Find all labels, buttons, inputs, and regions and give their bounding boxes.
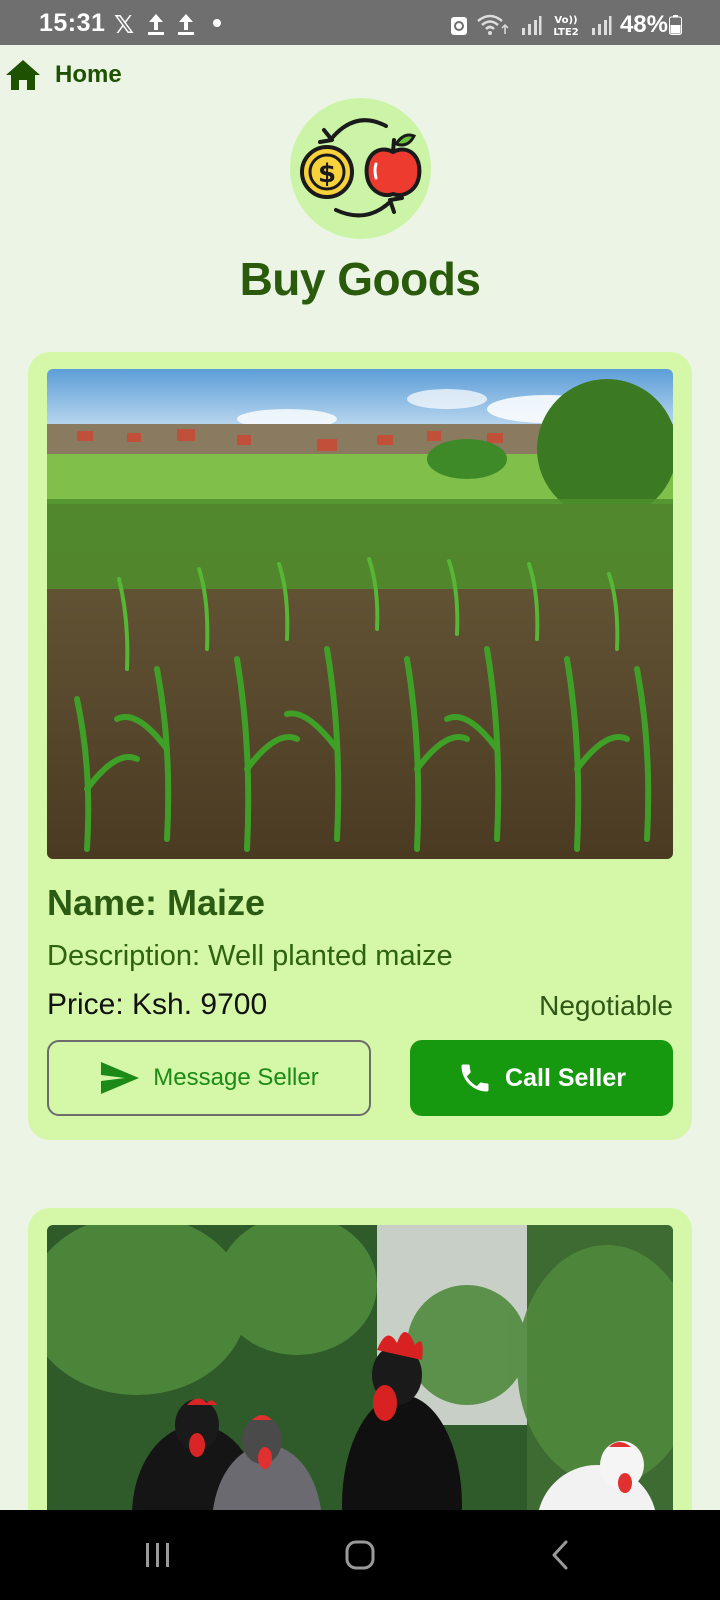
call-seller-label: Call Seller: [505, 1063, 626, 1092]
listing-card: Name: Maize Description: Well planted ma…: [28, 352, 692, 1140]
maize-field-photo: [47, 369, 673, 859]
volte-lte2-icon: Vo)) LTE2: [553, 15, 578, 37]
message-seller-button[interactable]: Message Seller: [47, 1040, 371, 1116]
battery-percentage: 48%: [619, 11, 668, 38]
battery-icon: [669, 15, 682, 35]
recycle-icon: [450, 17, 467, 35]
page-title: Buy Goods: [239, 253, 481, 305]
signal-icon: [591, 16, 612, 35]
home-icon: [6, 60, 40, 90]
home-circle-icon: [345, 1540, 375, 1570]
app-logo: $: [290, 98, 431, 239]
signal-icon: [521, 16, 542, 35]
x-app-icon: 𝕏: [114, 11, 135, 39]
home-button[interactable]: [330, 1530, 390, 1580]
notification-dot: [213, 19, 221, 27]
chickens-photo: [47, 1225, 673, 1525]
send-icon: [101, 1062, 140, 1094]
status-right-group: Vo)) LTE2 48%: [450, 11, 668, 39]
svg-text:LTE2: LTE2: [553, 27, 578, 37]
svg-text:Vo)): Vo)): [554, 15, 577, 26]
back-chevron-icon: [552, 1540, 568, 1570]
home-nav-link[interactable]: Home: [5, 58, 122, 92]
status-time: 15:31: [39, 9, 106, 37]
home-label: Home: [55, 61, 122, 88]
call-seller-button[interactable]: Call Seller: [410, 1040, 673, 1116]
system-navigation-bar: [0, 1510, 720, 1600]
status-bar: 15:31 𝕏 Vo)) LTE2 48%: [0, 0, 720, 45]
back-button[interactable]: [530, 1530, 590, 1580]
product-description: Description: Well planted maize: [47, 940, 453, 972]
svg-text:$: $: [318, 159, 336, 189]
wifi-icon: [477, 14, 509, 35]
product-price: Price: Ksh. 9700: [47, 988, 268, 1021]
recents-button[interactable]: [128, 1530, 188, 1580]
message-seller-label: Message Seller: [153, 1064, 319, 1091]
product-name: Name: Maize: [47, 882, 266, 923]
phone-icon: [461, 1064, 489, 1092]
money-fruit-exchange-icon: $: [300, 118, 422, 218]
recents-icon: [146, 1543, 169, 1567]
negotiable-label: Negotiable: [539, 990, 673, 1021]
upload-icon: [178, 14, 194, 35]
upload-icon: [148, 14, 164, 35]
